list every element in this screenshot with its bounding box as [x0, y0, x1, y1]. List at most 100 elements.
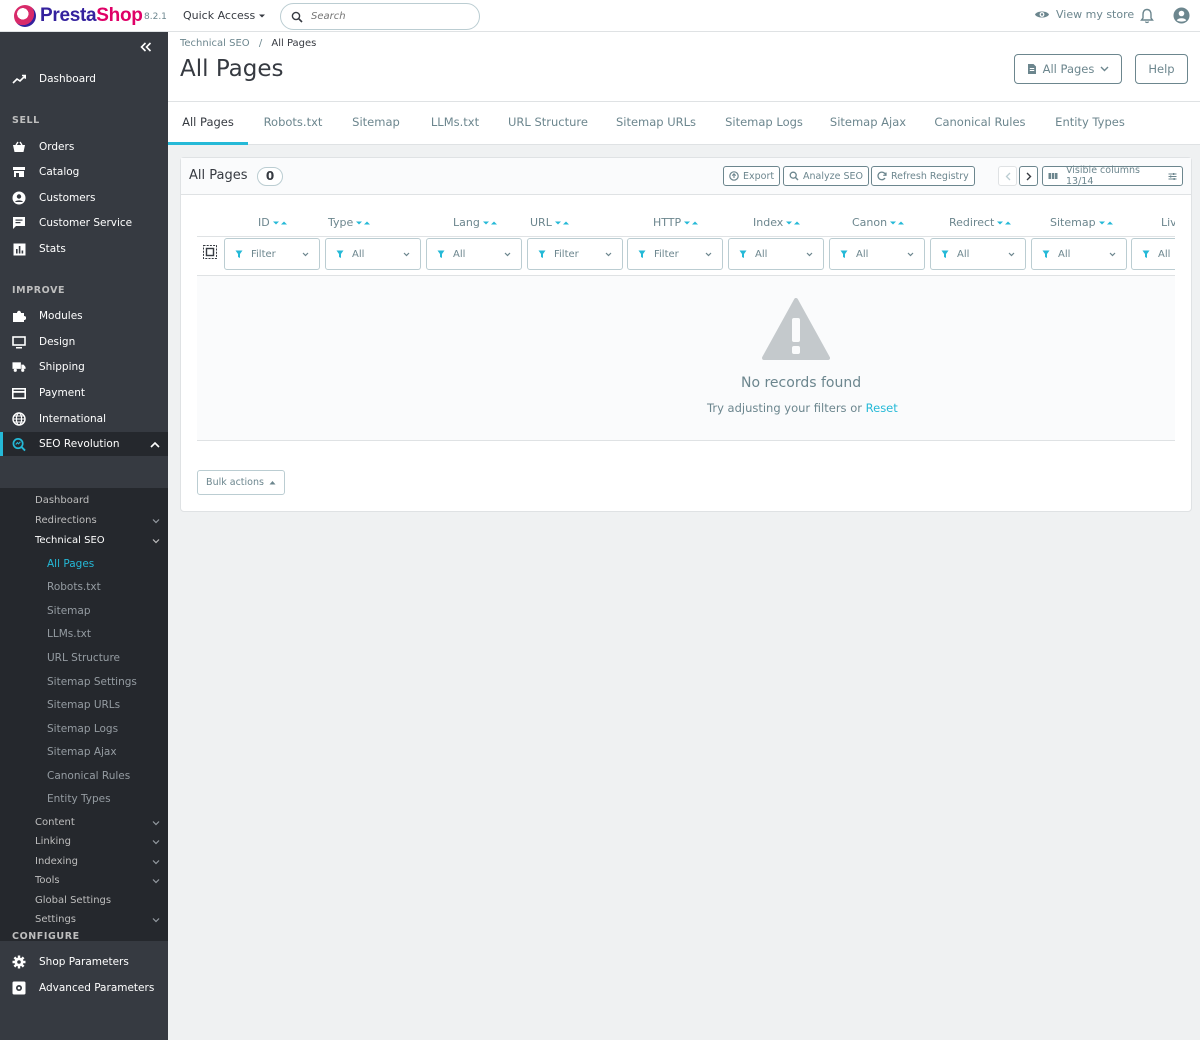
chevron-down-icon	[1109, 252, 1116, 256]
sidebar-item-customer-service[interactable]: Customer Service	[0, 211, 168, 235]
filter-live[interactable]: All	[1131, 238, 1175, 270]
view-store-label: View my store	[1056, 8, 1135, 21]
column-header-index[interactable]: Index	[753, 216, 801, 229]
sidebar-item-modules[interactable]: Modules	[0, 304, 168, 328]
account-menu[interactable]	[1173, 7, 1190, 27]
sidebar-item-label: Stats	[39, 243, 66, 255]
sidebar-tech-sitemap-ajax[interactable]: Sitemap Ajax	[47, 746, 117, 758]
next-columns-button[interactable]	[1019, 166, 1038, 186]
tab-bar: All Pages Robots.txt Sitemap LLMs.txt UR…	[168, 101, 1200, 145]
sort-icon	[1098, 220, 1113, 226]
collapse-sidebar-button[interactable]	[140, 42, 152, 55]
column-header-canon[interactable]: Canon	[852, 216, 905, 229]
sidebar-item-international[interactable]: International	[0, 407, 168, 431]
prestashop-logo[interactable]: PrestaShop	[14, 5, 143, 27]
select-all-checkbox[interactable]	[203, 245, 217, 259]
sidebar-sub-tools[interactable]: Tools	[35, 875, 160, 886]
sidebar-tech-llms[interactable]: LLMs.txt	[47, 628, 91, 640]
tab-sitemap-urls[interactable]: Sitemap URLs	[611, 102, 701, 145]
sidebar-sub-indexing[interactable]: Indexing	[35, 856, 160, 867]
breadcrumb-parent[interactable]: Technical SEO	[180, 38, 250, 49]
column-header-type[interactable]: Type	[328, 216, 371, 229]
tab-url-structure[interactable]: URL Structure	[503, 102, 593, 145]
export-button[interactable]: Export	[723, 166, 781, 186]
filter-value: All	[352, 248, 365, 260]
sidebar-sub-technical-seo[interactable]: Technical SEO	[35, 535, 160, 546]
sidebar-item-payment[interactable]: Payment	[0, 381, 168, 405]
filter-value: Filter	[251, 248, 276, 260]
sidebar-tech-url-structure[interactable]: URL Structure	[47, 652, 120, 664]
filter-url[interactable]: Filter	[527, 238, 623, 270]
sidebar-tech-sitemap-logs[interactable]: Sitemap Logs	[47, 723, 118, 735]
filter-sitemap[interactable]: All	[1031, 238, 1127, 270]
sidebar-sub-linking[interactable]: Linking	[35, 836, 160, 847]
sidebar-item-seo-revolution[interactable]: SEO Revolution	[0, 432, 168, 456]
panel-header: All Pages 0 Export Analyze SEO Refresh R…	[181, 158, 1191, 195]
sidebar-item-orders[interactable]: Orders	[0, 135, 168, 159]
visible-columns-button[interactable]: Visible columns 13/14	[1042, 165, 1183, 187]
tab-sitemap-ajax[interactable]: Sitemap Ajax	[824, 102, 912, 145]
chevron-down-icon	[152, 859, 160, 864]
columns-icon	[1048, 173, 1058, 179]
sidebar-tech-entity-types[interactable]: Entity Types	[47, 793, 111, 805]
tab-canonical-rules[interactable]: Canonical Rules	[928, 102, 1032, 145]
search-input[interactable]	[311, 11, 461, 22]
search-box[interactable]	[280, 3, 480, 30]
filter-canon[interactable]: All	[829, 238, 925, 270]
filter-redirect[interactable]: All	[930, 238, 1026, 270]
bulk-actions-button[interactable]: Bulk actions	[197, 470, 285, 495]
sidebar-item-design[interactable]: Design	[0, 330, 168, 354]
sidebar-item-stats[interactable]: Stats	[0, 237, 168, 261]
tab-sitemap-logs[interactable]: Sitemap Logs	[719, 102, 809, 145]
sidebar-item-customers[interactable]: Customers	[0, 186, 168, 210]
notifications-bell[interactable]	[1140, 8, 1154, 27]
quick-access-dropdown[interactable]: Quick Access	[183, 9, 266, 22]
sidebar-item-shop-parameters[interactable]: Shop Parameters	[0, 950, 168, 974]
column-header-lang[interactable]: Lang	[453, 216, 497, 229]
tab-sitemap[interactable]: Sitemap	[345, 102, 407, 145]
sidebar-sub-redirections[interactable]: Redirections	[35, 515, 160, 526]
column-header-id[interactable]: ID	[258, 216, 287, 229]
sidebar-tech-all-pages[interactable]: All Pages	[47, 558, 94, 570]
prev-columns-button[interactable]	[998, 166, 1017, 186]
sidebar-tech-robots[interactable]: Robots.txt	[47, 581, 101, 593]
filter-lang[interactable]: All	[426, 238, 522, 270]
filter-type[interactable]: All	[325, 238, 421, 270]
refresh-registry-button[interactable]: Refresh Registry	[871, 166, 975, 186]
sidebar-sub-dashboard[interactable]: Dashboard	[35, 495, 160, 506]
sidebar-sub-content[interactable]: Content	[35, 817, 160, 828]
all-pages-dropdown-button[interactable]: All Pages	[1014, 54, 1122, 84]
sidebar-item-dashboard[interactable]: Dashboard	[0, 67, 168, 91]
reset-filters-link[interactable]: Reset	[866, 401, 898, 415]
column-label: Index	[753, 216, 784, 229]
analyze-seo-button[interactable]: Analyze SEO	[783, 166, 869, 186]
view-store-link[interactable]: View my store	[1034, 8, 1134, 21]
column-header-sitemap[interactable]: Sitemap	[1050, 216, 1113, 229]
sidebar-item-label: Settings	[35, 914, 77, 925]
tab-robots[interactable]: Robots.txt	[257, 102, 329, 145]
sidebar-tech-canonical-rules[interactable]: Canonical Rules	[47, 770, 130, 782]
bar-chart-icon	[12, 242, 26, 256]
filter-id[interactable]: Filter	[224, 238, 320, 270]
sidebar-tech-sitemap[interactable]: Sitemap	[47, 605, 91, 617]
column-label: Type	[328, 216, 354, 229]
column-header-redirect[interactable]: Redirect	[949, 216, 1012, 229]
column-header-http[interactable]: HTTP	[653, 216, 699, 229]
sidebar-tech-sitemap-urls[interactable]: Sitemap URLs	[47, 699, 120, 711]
logo-text-b: Shop	[96, 5, 143, 26]
sidebar-item-advanced-parameters[interactable]: Advanced Parameters	[0, 976, 168, 1000]
sidebar-sub-settings[interactable]: Settings	[35, 914, 160, 925]
sidebar-item-shipping[interactable]: Shipping	[0, 355, 168, 379]
column-header-live[interactable]: Live	[1161, 216, 1175, 229]
tab-entity-types[interactable]: Entity Types	[1048, 102, 1132, 145]
tab-llms[interactable]: LLMs.txt	[423, 102, 487, 145]
help-button[interactable]: Help	[1135, 54, 1188, 84]
filter-index[interactable]: All	[728, 238, 824, 270]
sidebar-tech-sitemap-settings[interactable]: Sitemap Settings	[47, 676, 137, 688]
column-header-url[interactable]: URL	[530, 216, 569, 229]
sidebar-item-catalog[interactable]: Catalog	[0, 160, 168, 184]
basket-icon	[12, 140, 26, 154]
sidebar-sub-global-settings[interactable]: Global Settings	[35, 895, 160, 906]
filter-http[interactable]: Filter	[627, 238, 723, 270]
tab-all-pages[interactable]: All Pages	[168, 102, 248, 145]
